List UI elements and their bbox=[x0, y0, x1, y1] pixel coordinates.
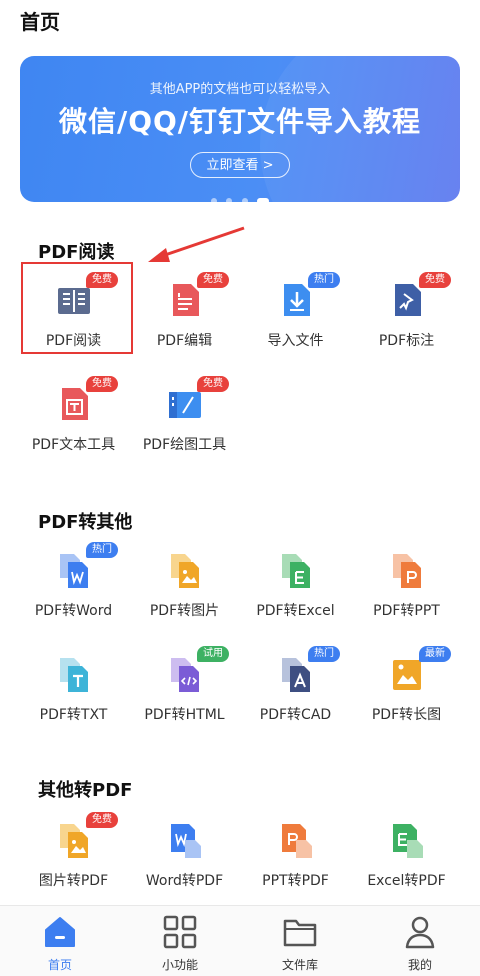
tool-label: PDF转Word bbox=[34, 603, 113, 619]
tool-pdf-to-long-image[interactable]: 最新 PDF转长图 bbox=[351, 636, 462, 736]
promo-banner[interactable]: 其他APP的文档也可以轻松导入 微信/QQ/钉钉文件导入教程 立即查看 > bbox=[20, 56, 460, 202]
tool-label: Word转PDF bbox=[145, 873, 224, 889]
ppt-to-pdf-icon bbox=[282, 824, 312, 858]
other-to-pdf-grid: 免费 图片转PDF Word转PDF PPT转PDF Excel转PDF bbox=[18, 802, 462, 902]
view-now-button[interactable]: 立即查看 > bbox=[190, 152, 290, 178]
section-title-pdf-to-other: PDF转其他 bbox=[38, 512, 133, 533]
pdf-read-grid: 免费 PDF阅读 免费 PDF编辑 热门 导入文件 免费 PDF标注 免费 PD… bbox=[18, 262, 462, 472]
badge: 免费 bbox=[86, 376, 118, 392]
tool-import-file[interactable]: 热门 导入文件 bbox=[240, 262, 351, 362]
badge: 免费 bbox=[197, 376, 229, 392]
tool-label: PDF转长图 bbox=[371, 707, 442, 723]
tool-label: PDF转CAD bbox=[259, 707, 332, 723]
tool-pdf-reader[interactable]: 免费 PDF阅读 bbox=[18, 262, 129, 362]
tool-label: PDF转图片 bbox=[149, 603, 220, 619]
badge: 试用 bbox=[197, 646, 229, 662]
tab-me[interactable]: 我的 bbox=[360, 906, 480, 976]
pdf-to-ppt-icon bbox=[393, 554, 421, 588]
tool-word-to-pdf[interactable]: Word转PDF bbox=[129, 802, 240, 902]
tab-label: 小功能 bbox=[161, 958, 198, 972]
page-title: 首页 bbox=[20, 10, 60, 34]
tool-ppt-to-pdf[interactable]: PPT转PDF bbox=[240, 802, 351, 902]
annotation-arrow-icon bbox=[148, 226, 245, 262]
folder-icon bbox=[283, 919, 317, 947]
tool-image-to-pdf[interactable]: 免费 图片转PDF bbox=[18, 802, 129, 902]
tab-label: 首页 bbox=[47, 958, 72, 972]
tool-label: PDF文本工具 bbox=[31, 437, 116, 453]
section-title-pdf-read: PDF阅读 bbox=[38, 242, 115, 263]
section-title-other-to-pdf: 其他转PDF bbox=[38, 780, 133, 801]
grid-icon bbox=[163, 915, 197, 949]
tool-label: PDF编辑 bbox=[156, 333, 213, 349]
tool-pdf-to-image[interactable]: PDF转图片 bbox=[129, 532, 240, 632]
badge: 免费 bbox=[86, 812, 118, 828]
tool-label: PDF阅读 bbox=[45, 333, 102, 349]
tool-label: 图片转PDF bbox=[38, 873, 109, 889]
pdf-to-other-grid: 热门 PDF转Word PDF转图片 PDF转Excel PDF转PPT PDF… bbox=[18, 532, 462, 742]
tab-tools[interactable]: 小功能 bbox=[120, 906, 240, 976]
bottom-tab-bar: 首页 小功能 文件库 我的 bbox=[0, 905, 480, 976]
tool-pdf-to-html[interactable]: 试用 PDF转HTML bbox=[129, 636, 240, 736]
tool-pdf-to-excel[interactable]: PDF转Excel bbox=[240, 532, 351, 632]
tool-label: PDF标注 bbox=[378, 333, 435, 349]
tool-label: PPT转PDF bbox=[262, 873, 329, 889]
excel-to-pdf-icon bbox=[393, 824, 423, 858]
pdf-to-excel-icon bbox=[282, 554, 310, 588]
pdf-to-txt-icon bbox=[60, 658, 88, 692]
badge: 最新 bbox=[419, 646, 451, 662]
tab-label: 文件库 bbox=[281, 958, 318, 972]
tool-label: PDF转PPT bbox=[373, 603, 440, 619]
tool-pdf-text-tool[interactable]: 免费 PDF文本工具 bbox=[18, 366, 129, 466]
badge: 热门 bbox=[308, 646, 340, 662]
tool-label: 导入文件 bbox=[267, 333, 324, 349]
tool-label: PDF转Excel bbox=[256, 603, 335, 619]
word-to-pdf-icon bbox=[171, 824, 201, 858]
tab-file-library[interactable]: 文件库 bbox=[240, 906, 360, 976]
tool-pdf-to-cad[interactable]: 热门 PDF转CAD bbox=[240, 636, 351, 736]
tool-pdf-edit[interactable]: 免费 PDF编辑 bbox=[129, 262, 240, 362]
pagination-dot[interactable] bbox=[226, 197, 233, 202]
tab-home[interactable]: 首页 bbox=[0, 906, 120, 976]
tool-pdf-to-word[interactable]: 热门 PDF转Word bbox=[18, 532, 129, 632]
tool-pdf-to-ppt[interactable]: PDF转PPT bbox=[351, 532, 462, 632]
tool-pdf-annotate[interactable]: 免费 PDF标注 bbox=[351, 262, 462, 362]
badge: 免费 bbox=[86, 272, 118, 288]
tool-label: PDF转TXT bbox=[39, 707, 108, 723]
user-icon bbox=[405, 916, 435, 949]
pdf-to-image-icon bbox=[171, 554, 199, 588]
tool-label: PDF绘图工具 bbox=[142, 437, 227, 453]
home-icon bbox=[45, 917, 75, 947]
tool-pdf-draw-tool[interactable]: 免费 PDF绘图工具 bbox=[129, 366, 240, 466]
tool-excel-to-pdf[interactable]: Excel转PDF bbox=[351, 802, 462, 902]
badge: 免费 bbox=[197, 272, 229, 288]
pagination-dot[interactable] bbox=[241, 197, 248, 202]
tool-label: Excel转PDF bbox=[367, 873, 446, 889]
tab-label: 我的 bbox=[407, 958, 432, 972]
banner-subtitle: 其他APP的文档也可以轻松导入 bbox=[149, 82, 331, 97]
banner-pagination bbox=[20, 190, 460, 202]
badge: 热门 bbox=[86, 542, 118, 558]
tool-label: PDF转HTML bbox=[144, 707, 225, 723]
pagination-dot-active[interactable] bbox=[256, 197, 269, 202]
badge: 热门 bbox=[308, 272, 340, 288]
pagination-dot[interactable] bbox=[211, 197, 218, 202]
badge: 免费 bbox=[419, 272, 451, 288]
banner-title: 微信/QQ/钉钉文件导入教程 bbox=[58, 105, 422, 138]
tool-pdf-to-txt[interactable]: PDF转TXT bbox=[18, 636, 129, 736]
